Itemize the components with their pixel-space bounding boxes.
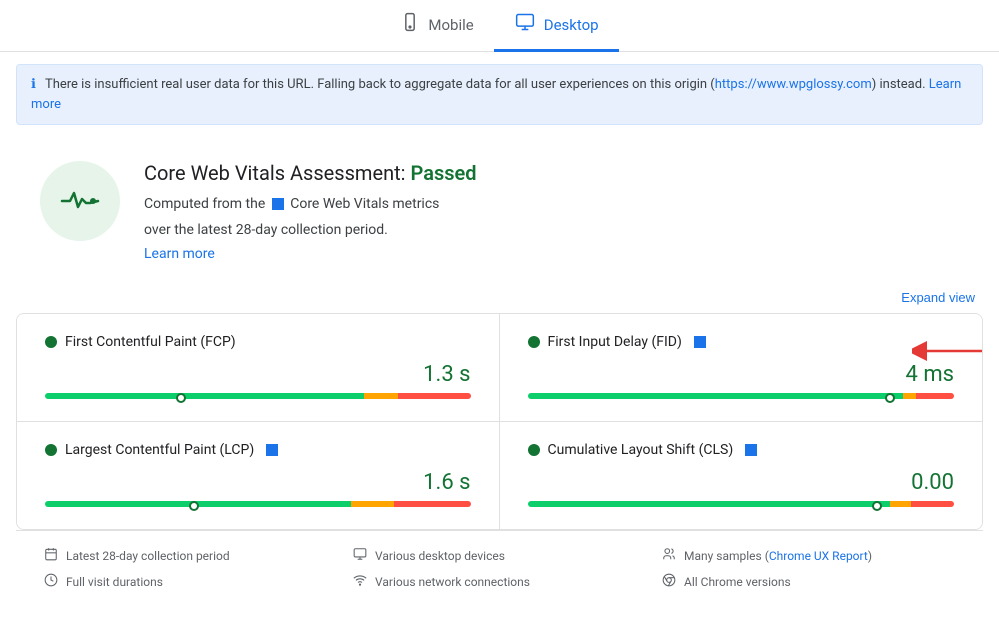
footer-info: Latest 28-day collection period Various … <box>16 530 983 607</box>
fid-header: First Input Delay (FID) <box>528 334 955 350</box>
lcp-marker <box>189 501 199 511</box>
fid-title: First Input Delay (FID) <box>548 334 682 350</box>
wifi-icon <box>353 573 367 591</box>
assessment-title: Core Web Vitals Assessment: Passed <box>144 161 477 185</box>
cls-dot <box>528 444 540 456</box>
lcp-title: Largest Contentful Paint (LCP) <box>65 442 254 458</box>
tab-bar: Mobile Desktop <box>0 0 999 52</box>
fcp-value: 1.3 s <box>45 362 471 387</box>
footer-duration-text: Full visit durations <box>66 575 163 589</box>
metric-fcp: First Contentful Paint (FCP) 1.3 s <box>17 314 500 422</box>
lcp-value: 1.6 s <box>45 470 471 495</box>
cls-value: 0.00 <box>528 470 955 495</box>
desktop-small-icon <box>353 547 367 565</box>
fid-dot <box>528 336 540 348</box>
banner-text-after: ) instead. <box>872 77 929 92</box>
fid-cwv-badge <box>694 336 706 348</box>
expand-view-row: Expand view <box>0 286 999 313</box>
assessment-learn-more[interactable]: Learn more <box>144 246 215 262</box>
lcp-orange <box>351 501 394 507</box>
mobile-icon <box>400 12 420 37</box>
footer-devices: Various desktop devices <box>353 547 646 565</box>
tab-mobile[interactable]: Mobile <box>380 0 493 52</box>
metric-lcp: Largest Contentful Paint (LCP) 1.6 s <box>17 422 500 529</box>
footer-network-text: Various network connections <box>375 575 530 589</box>
lcp-red <box>394 501 471 507</box>
cls-marker <box>872 501 882 511</box>
fcp-red <box>398 393 470 399</box>
assessment-content: Core Web Vitals Assessment: Passed Compu… <box>144 161 477 262</box>
footer-samples: Many samples (Chrome UX Report) <box>662 547 955 565</box>
cls-green <box>528 501 891 507</box>
footer-duration: Full visit durations <box>44 573 337 591</box>
banner-text: There is insufficient real user data for… <box>45 77 715 92</box>
assessment-description: Computed from the Core Web Vitals metric… <box>144 193 477 215</box>
lcp-progress <box>45 501 471 509</box>
chrome-ux-report-link[interactable]: Chrome UX Report <box>769 549 868 563</box>
info-banner: ℹ There is insufficient real user data f… <box>16 64 983 125</box>
tab-mobile-label: Mobile <box>428 16 473 34</box>
fid-orange <box>903 393 916 399</box>
banner-link[interactable]: https://www.wpglossy.com <box>715 77 872 92</box>
fcp-progress <box>45 393 471 401</box>
footer-collection-period: Latest 28-day collection period <box>44 547 337 565</box>
page-container: Mobile Desktop ℹ There is insufficient r… <box>0 0 999 623</box>
cls-red <box>911 501 954 507</box>
cls-progress <box>528 501 955 509</box>
info-icon: ℹ <box>31 77 36 92</box>
lcp-cwv-badge <box>266 444 278 456</box>
assessment-description-2: over the latest 28-day collection period… <box>144 219 477 241</box>
assessment-icon-wrap <box>40 161 120 241</box>
metrics-grid: First Contentful Paint (FCP) 1.3 s First <box>16 313 983 530</box>
footer-collection-text: Latest 28-day collection period <box>66 549 230 563</box>
lcp-dot <box>45 444 57 456</box>
fcp-title: First Contentful Paint (FCP) <box>65 334 236 350</box>
fid-marker <box>885 393 895 403</box>
tab-desktop[interactable]: Desktop <box>494 0 619 52</box>
chrome-icon <box>662 573 676 591</box>
timer-icon <box>44 573 58 591</box>
fid-green <box>528 393 903 399</box>
cwv-badge <box>272 198 284 210</box>
fcp-orange <box>364 393 398 399</box>
metric-fid: First Input Delay (FID) 4 ms <box>500 314 983 422</box>
footer-network: Various network connections <box>353 573 646 591</box>
tab-desktop-label: Desktop <box>544 16 599 34</box>
cls-title: Cumulative Layout Shift (CLS) <box>548 442 734 458</box>
fcp-dot <box>45 336 57 348</box>
cls-orange <box>890 501 911 507</box>
footer-samples-text: Many samples (Chrome UX Report) <box>684 549 872 563</box>
metrics-container: First Contentful Paint (FCP) 1.3 s First <box>0 313 999 623</box>
assessment-status: Passed <box>410 161 476 185</box>
users-icon <box>662 547 676 565</box>
calendar-icon <box>44 547 58 565</box>
expand-view-button[interactable]: Expand view <box>901 290 975 305</box>
vitals-icon <box>56 177 104 225</box>
fcp-marker <box>176 393 186 403</box>
fcp-header: First Contentful Paint (FCP) <box>45 334 471 350</box>
fcp-green <box>45 393 364 399</box>
footer-devices-text: Various desktop devices <box>375 549 505 563</box>
footer-chrome-text: All Chrome versions <box>684 575 791 589</box>
fid-value: 4 ms <box>528 362 955 387</box>
desktop-icon <box>514 12 536 37</box>
assessment-section: Core Web Vitals Assessment: Passed Compu… <box>0 137 999 286</box>
cls-header: Cumulative Layout Shift (CLS) <box>528 442 955 458</box>
lcp-header: Largest Contentful Paint (LCP) <box>45 442 471 458</box>
fid-arrow <box>912 336 983 370</box>
fid-red <box>916 393 954 399</box>
footer-chrome-versions: All Chrome versions <box>662 573 955 591</box>
metric-cls: Cumulative Layout Shift (CLS) 0.00 <box>500 422 983 529</box>
fid-progress <box>528 393 955 401</box>
cls-cwv-badge <box>745 444 757 456</box>
